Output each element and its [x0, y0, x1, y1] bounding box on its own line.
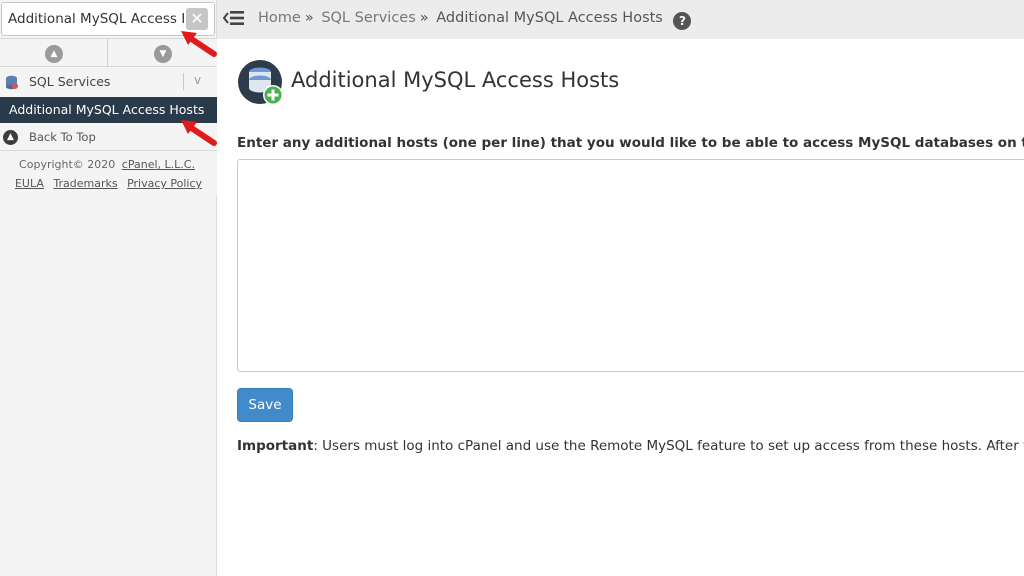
page-title: Additional MySQL Access Hosts — [291, 68, 620, 92]
breadcrumb-separator: » — [304, 10, 314, 26]
main-content: Additional MySQL Access Hosts Enter any … — [217, 39, 1024, 576]
chevron-up-icon[interactable]: ▲ — [45, 45, 63, 63]
search-input[interactable] — [8, 3, 184, 35]
back-to-top-label: Back To Top — [29, 130, 96, 144]
important-label: Important — [237, 438, 314, 454]
privacy-policy-link[interactable]: Privacy Policy — [127, 177, 202, 190]
copyright-text: Copyright© 2020 — [19, 158, 119, 171]
annotation-arrow-icon — [181, 31, 217, 57]
breadcrumb-home[interactable]: Home — [258, 10, 301, 26]
chevron-down-icon[interactable]: v — [194, 73, 201, 87]
sidebar-footer: Copyright© 2020 cPanel, L.L.C. EULA Trad… — [0, 151, 217, 196]
breadcrumb: Home» SQL Services» Additional MySQL Acc… — [258, 10, 692, 30]
top-bar: Home» SQL Services» Additional MySQL Acc… — [217, 0, 1024, 39]
close-icon[interactable]: ✕ — [186, 8, 208, 30]
database-add-icon — [238, 60, 283, 105]
breadcrumb-current: Additional MySQL Access Hosts — [436, 10, 663, 26]
hosts-textarea[interactable] — [237, 159, 1024, 372]
copyright: Copyright© 2020 cPanel, L.L.C. — [0, 158, 217, 171]
database-icon — [6, 75, 18, 90]
menu-toggle-icon[interactable] — [223, 8, 245, 28]
divider — [183, 73, 184, 90]
sidebar: ✕ ▲ ▼ SQL Services v Additional MySQL Ac… — [0, 0, 217, 576]
hosts-instructions: Enter any additional hosts (one per line… — [237, 135, 1024, 151]
save-button[interactable]: Save — [237, 388, 293, 422]
sidebar-category-label: SQL Services — [29, 74, 111, 89]
sidebar-item-label: Additional MySQL Access Hosts — [9, 102, 205, 117]
trademarks-link[interactable]: Trademarks — [53, 177, 117, 190]
breadcrumb-separator: » — [419, 10, 429, 26]
sidebar-category-sql-services[interactable]: SQL Services v — [0, 67, 217, 97]
divider — [107, 39, 108, 67]
chevron-down-icon[interactable]: ▼ — [154, 45, 172, 63]
annotation-arrow-icon — [181, 120, 217, 146]
cpanel-link[interactable]: cPanel, L.L.C. — [122, 158, 195, 171]
breadcrumb-sql-services[interactable]: SQL Services — [321, 10, 415, 26]
important-text: : Users must log into cPanel and use the… — [313, 438, 1024, 454]
arrow-up-icon: ▲ — [3, 130, 18, 145]
important-note: Important: Users must log into cPanel an… — [237, 438, 1024, 454]
eula-link[interactable]: EULA — [15, 177, 44, 190]
footer-links: EULA Trademarks Privacy Policy — [0, 177, 217, 190]
help-icon[interactable]: ? — [673, 12, 692, 30]
